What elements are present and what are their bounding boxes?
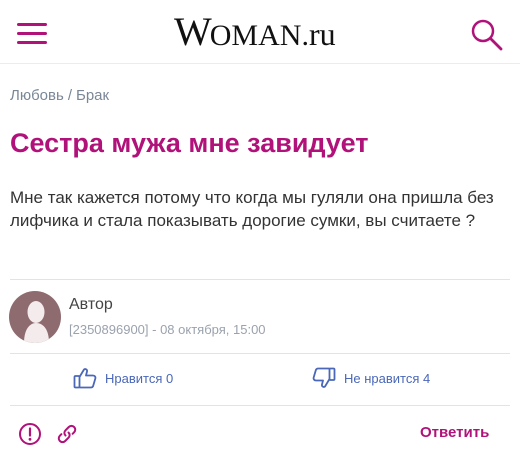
reply-button[interactable]: Ответить (420, 424, 489, 441)
divider (10, 279, 510, 280)
site-header: WOMAN.ru (0, 0, 520, 64)
breadcrumb-item-love[interactable]: Любовь (10, 87, 64, 104)
avatar-silhouette-icon (24, 301, 49, 343)
author-meta: [2350896900] - 08 октября, 15:00 (69, 322, 266, 337)
dislike-label: Не нравится 4 (344, 370, 431, 386)
search-icon[interactable] (470, 18, 504, 52)
menu-icon[interactable] (17, 23, 49, 45)
author-name[interactable]: Автор (69, 296, 113, 314)
logo-tld: ru (308, 16, 336, 52)
post-body: Мне так кажется потому что когда мы гуля… (10, 188, 494, 230)
link-icon[interactable] (55, 422, 79, 446)
site-logo[interactable]: WOMAN.ru (174, 8, 354, 56)
divider (10, 353, 510, 354)
thumbs-up-icon (73, 368, 97, 389)
avatar[interactable] (9, 291, 61, 343)
logo-caps: OMAN (209, 19, 302, 52)
page-title: Сестра мужа мне завидует (10, 128, 369, 158)
thumbs-down-icon (312, 367, 336, 388)
divider (10, 405, 510, 406)
breadcrumb: Любовь / Брак (10, 87, 109, 104)
report-icon[interactable] (18, 422, 42, 446)
like-button[interactable]: Нравится 0 (73, 366, 173, 390)
breadcrumb-item-marriage[interactable]: Брак (76, 87, 109, 104)
dislike-button[interactable]: Не нравится 4 (312, 366, 430, 390)
logo-dot: . (301, 19, 309, 52)
like-label: Нравится 0 (105, 370, 174, 386)
logo-letter: W (174, 9, 212, 54)
breadcrumb-separator: / (67, 87, 72, 104)
